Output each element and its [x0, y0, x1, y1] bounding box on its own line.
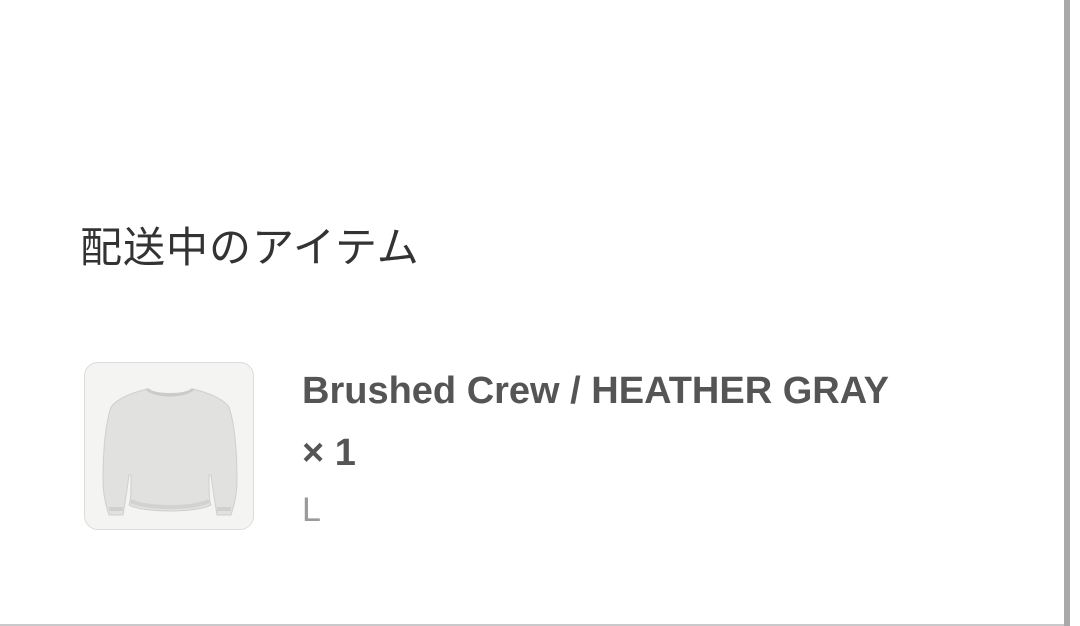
product-size: L: [302, 491, 321, 529]
section-title: 配送中のアイテム: [80, 223, 420, 272]
shipping-items-panel: 配送中のアイテム Brushed Crew / HEATHER GRAY × 1…: [0, 0, 1064, 626]
product-thumbnail[interactable]: [84, 362, 254, 530]
sweatshirt-icon: [102, 387, 238, 516]
window-edge: [1070, 0, 1080, 626]
product-name: Brushed Crew / HEATHER GRAY × 1: [302, 370, 889, 474]
list-item[interactable]: Brushed Crew / HEATHER GRAY × 1 L: [84, 362, 984, 532]
